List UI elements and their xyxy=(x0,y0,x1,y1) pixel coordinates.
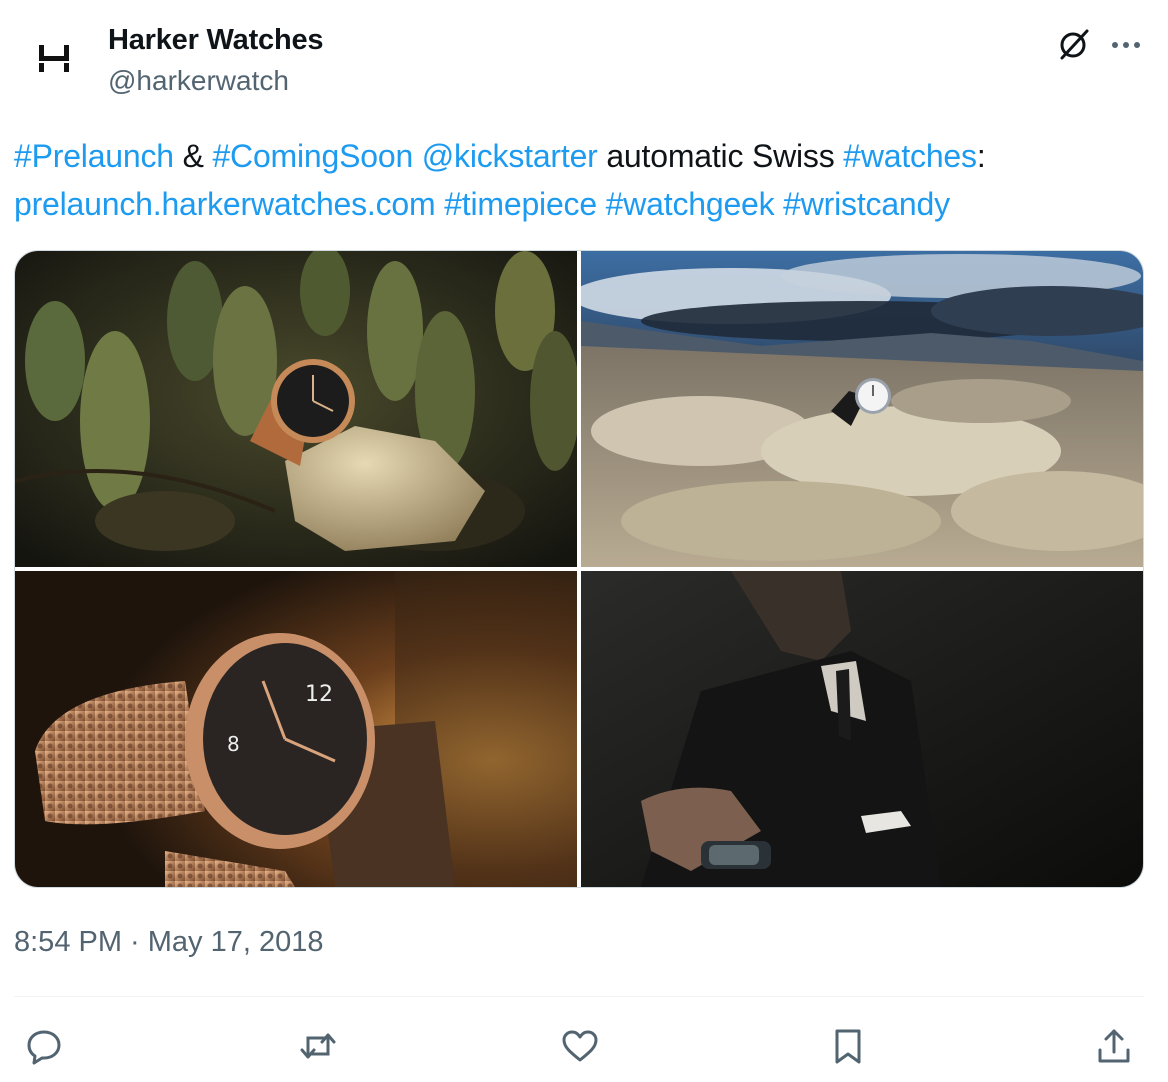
svg-text:12: 12 xyxy=(305,682,333,707)
tweet-link[interactable]: #timepiece xyxy=(444,186,597,222)
svg-text:8: 8 xyxy=(227,732,240,756)
photo-image xyxy=(15,251,577,567)
retweet-icon xyxy=(300,1033,336,1059)
more-icon[interactable] xyxy=(1108,30,1144,60)
tweet-link[interactable]: @kickstarter xyxy=(422,138,598,174)
tweet-text-segment: automatic Swiss xyxy=(597,138,844,174)
photo-image xyxy=(581,251,1143,567)
tweet-text-segment xyxy=(435,186,444,222)
tweet-link[interactable]: #watchgeek xyxy=(606,186,775,222)
grok-icon[interactable] xyxy=(1056,26,1092,62)
tweet-link[interactable]: #watches xyxy=(843,138,977,174)
tweet-text-segment xyxy=(413,138,422,174)
like-icon xyxy=(562,1030,598,1062)
photo-watch-mesh-strap[interactable]: 12 8 xyxy=(15,571,577,887)
tweet-text-segment xyxy=(774,186,783,222)
divider xyxy=(14,996,1144,997)
share-button[interactable] xyxy=(1092,1024,1136,1068)
user-handle[interactable]: @harkerwatch xyxy=(108,65,289,97)
media-grid: 12 8 xyxy=(14,250,1144,888)
photo-watch-cactus[interactable] xyxy=(15,251,577,567)
photo-image xyxy=(581,571,1143,887)
reply-button[interactable] xyxy=(22,1024,66,1068)
tweet-card: Harker Watches @harkerwatch #Prelaunch &… xyxy=(0,0,1168,1082)
tweet-text-segment xyxy=(597,186,606,222)
bookmark-icon xyxy=(835,1029,861,1064)
tweet-link[interactable]: prelaunch.harkerwatches.com xyxy=(14,186,436,222)
harker-logo xyxy=(39,45,69,72)
avatar[interactable] xyxy=(12,16,98,102)
retweet-button[interactable] xyxy=(296,1024,340,1068)
share-icon xyxy=(1098,1029,1130,1063)
tweet-link[interactable]: #wristcandy xyxy=(783,186,950,222)
reply-icon xyxy=(27,1030,61,1065)
photo-image: 12 8 xyxy=(15,571,577,887)
bookmark-button[interactable] xyxy=(826,1024,870,1068)
photo-watch-suit[interactable] xyxy=(581,571,1143,887)
tweet-text-segment: : xyxy=(976,138,986,174)
like-button[interactable] xyxy=(558,1024,602,1068)
tweet-text: #Prelaunch & #ComingSoon @kickstarter au… xyxy=(14,132,1144,228)
tweet-timestamp[interactable]: 8:54 PM · May 17, 2018 xyxy=(14,926,324,959)
tweet-link[interactable]: #ComingSoon xyxy=(212,138,413,174)
tweet-text-segment: & xyxy=(173,138,213,174)
tweet-link[interactable]: #Prelaunch xyxy=(14,138,174,174)
photo-watch-salt-flat[interactable] xyxy=(581,251,1143,567)
display-name[interactable]: Harker Watches xyxy=(108,24,324,57)
